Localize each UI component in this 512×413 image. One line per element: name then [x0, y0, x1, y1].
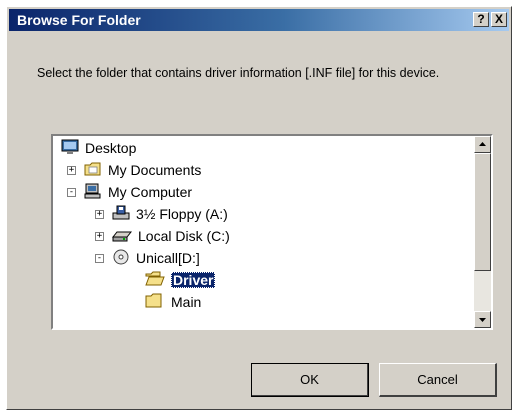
tree-item-floppy[interactable]: + 3½ Floppy (A:) [95, 204, 228, 224]
folder-open-icon [145, 271, 165, 290]
tree-item-label: My Computer [108, 184, 193, 200]
title-bar[interactable]: Browse For Folder ? X [9, 9, 509, 31]
collapse-toggle[interactable]: - [67, 187, 76, 197]
help-button[interactable]: ? [473, 12, 489, 27]
tree-item-driver[interactable]: Driver [145, 270, 216, 290]
expand-toggle[interactable]: + [95, 231, 104, 241]
arrow-down-icon [479, 318, 486, 322]
collapse-toggle[interactable]: - [95, 253, 104, 263]
tree-item-label: Local Disk (C:) [138, 228, 230, 244]
scroll-up-button[interactable] [474, 136, 491, 153]
tree-item-label: Main [171, 294, 202, 310]
close-button[interactable]: X [491, 12, 507, 27]
hard-drive-icon [111, 227, 133, 246]
scroll-down-button[interactable] [474, 311, 491, 328]
expand-toggle[interactable]: + [95, 209, 104, 219]
tree-item-my-computer[interactable]: - My Computer [67, 182, 192, 202]
tree-item-desktop[interactable]: Desktop [61, 138, 136, 158]
computer-icon [84, 183, 102, 202]
tree-item-label: Desktop [85, 140, 137, 156]
tree-item-label: Unicall[D:] [136, 250, 200, 266]
folder-tree[interactable]: Desktop + My Documents - My Computer + 3… [51, 134, 493, 330]
scroll-thumb[interactable] [474, 153, 491, 271]
folder-icon [145, 293, 165, 312]
tree-item-label-selected: Driver [171, 272, 216, 288]
tree-item-local-disk[interactable]: + Local Disk (C:) [95, 226, 230, 246]
ok-button[interactable]: OK [251, 363, 369, 397]
expand-toggle[interactable]: + [67, 165, 76, 175]
desktop-icon [61, 139, 79, 158]
tree-item-label: My Documents [108, 162, 202, 178]
arrow-up-icon [479, 142, 486, 146]
cancel-button[interactable]: Cancel [379, 363, 497, 397]
instruction-text: Select the folder that contains driver i… [37, 66, 440, 80]
floppy-drive-icon [112, 205, 130, 224]
tree-item-main[interactable]: Main [145, 292, 201, 312]
tree-item-my-documents[interactable]: + My Documents [67, 160, 201, 180]
folder-documents-icon [84, 161, 102, 180]
vertical-scrollbar[interactable] [474, 136, 491, 328]
tree-item-unicall-drive[interactable]: - Unicall[D:] [95, 248, 200, 268]
browse-for-folder-dialog: Browse For Folder ? X Select the folder … [6, 6, 512, 410]
cd-drive-icon [112, 249, 130, 268]
tree-item-label: 3½ Floppy (A:) [136, 206, 228, 222]
window-title: Browse For Folder [17, 12, 141, 28]
